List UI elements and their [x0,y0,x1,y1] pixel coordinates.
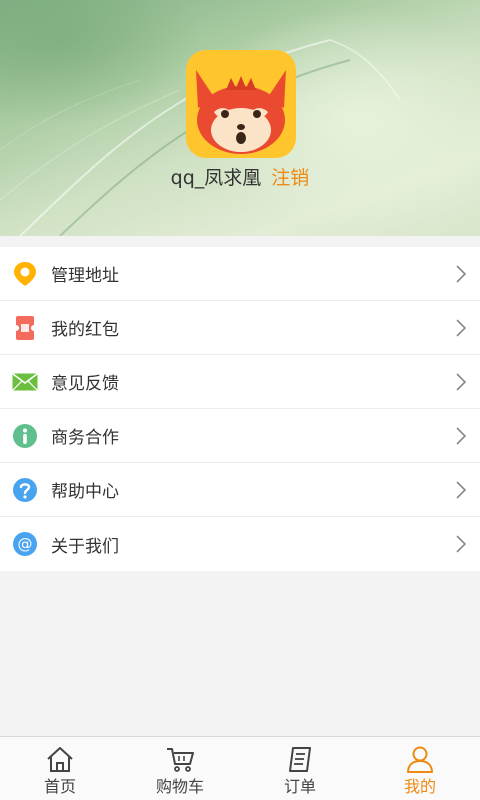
tab-orders[interactable]: 订单 [240,737,360,800]
tab-label: 订单 [283,777,316,796]
menu-item-red-envelope[interactable]: 我的红包 [0,301,480,355]
menu-item-label: 意见反馈 [51,374,119,394]
at-icon: @ [12,531,38,557]
menu-item-manage-address[interactable]: 管理地址 [0,247,480,301]
profile-header: qq_凤求凰 注销 [0,0,480,236]
red-envelope-icon [12,315,38,341]
menu-item-label: 商务合作 [51,428,119,448]
chevron-right-icon [456,426,467,445]
menu-item-feedback[interactable]: 意见反馈 [0,355,480,409]
cart-icon [164,744,196,774]
menu-item-help-center[interactable]: 帮助中心 [0,463,480,517]
fox-avatar-icon[interactable] [186,50,296,158]
menu-item-label: 管理地址 [51,266,119,286]
order-icon [284,744,316,774]
tab-label: 我的 [403,777,436,796]
chevron-right-icon [456,480,467,499]
menu-item-label: 关于我们 [51,536,119,557]
chevron-right-icon [456,535,467,553]
tab-cart[interactable]: 购物车 [120,737,240,800]
mail-icon [12,369,38,395]
home-icon [44,744,76,774]
tab-label: 首页 [43,777,76,796]
tab-label: 购物车 [155,777,204,796]
svg-text:@: @ [18,535,33,553]
settings-menu: 管理地址 我的红包 意见反馈 商务合作 帮助中心 @ 关于我们 [0,247,480,571]
tab-mine[interactable]: 我的 [360,737,480,800]
info-icon [12,423,38,449]
bottom-tab-bar: 首页 购物车 订单 我的 [0,736,480,800]
tab-home[interactable]: 首页 [0,737,120,800]
help-icon [12,477,38,503]
menu-item-label: 我的红包 [51,320,119,340]
chevron-right-icon [456,264,467,283]
user-info-row: qq_凤求凰 注销 [0,165,480,191]
logout-button[interactable]: 注销 [271,167,309,189]
menu-item-label: 帮助中心 [51,482,119,502]
chevron-right-icon [456,318,467,337]
menu-item-business[interactable]: 商务合作 [0,409,480,463]
menu-item-about-us[interactable]: @ 关于我们 [0,517,480,571]
chevron-right-icon [456,372,467,391]
username-label: qq_凤求凰 [170,167,262,189]
location-pin-icon [12,261,38,287]
user-icon [404,744,436,774]
